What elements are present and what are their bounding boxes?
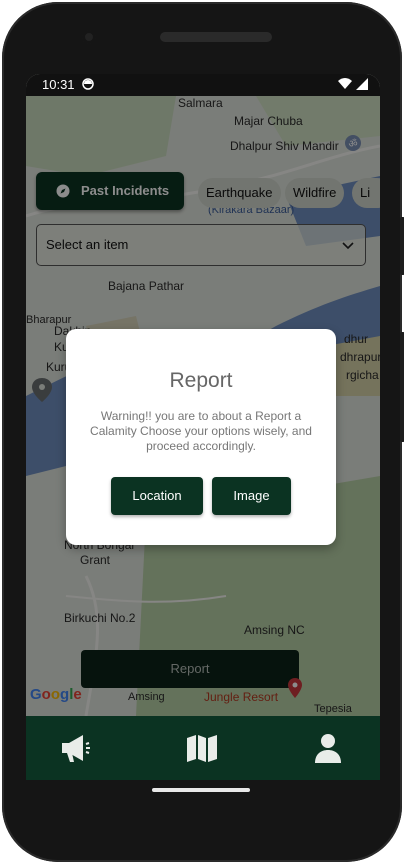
side-button — [400, 217, 404, 275]
megaphone-icon[interactable] — [58, 730, 94, 766]
app-screen: Salmara Majar Chuba Dhalpur Shiv Mandir … — [26, 74, 380, 780]
wifi-icon — [338, 78, 352, 89]
home-indicator[interactable] — [152, 788, 250, 792]
notification-icon — [82, 78, 94, 90]
earpiece — [160, 32, 272, 42]
status-time: 10:31 — [42, 77, 75, 92]
location-button[interactable]: Location — [111, 477, 203, 515]
report-dialog: Report Warning!! you are to about a Repo… — [66, 329, 336, 545]
person-icon[interactable] — [310, 730, 346, 766]
signal-icon — [356, 78, 368, 90]
dialog-title: Report — [169, 369, 233, 392]
dialog-message: Warning!! you are to about a Report a Ca… — [90, 409, 312, 453]
phone-frame: Salmara Majar Chuba Dhalpur Shiv Mandir … — [2, 2, 404, 862]
map-icon[interactable] — [184, 730, 220, 766]
bottom-navigation — [26, 716, 380, 780]
front-camera — [82, 30, 96, 44]
image-button[interactable]: Image — [212, 477, 291, 515]
volume-button — [400, 332, 404, 442]
status-bar: 10:31 — [26, 74, 380, 96]
